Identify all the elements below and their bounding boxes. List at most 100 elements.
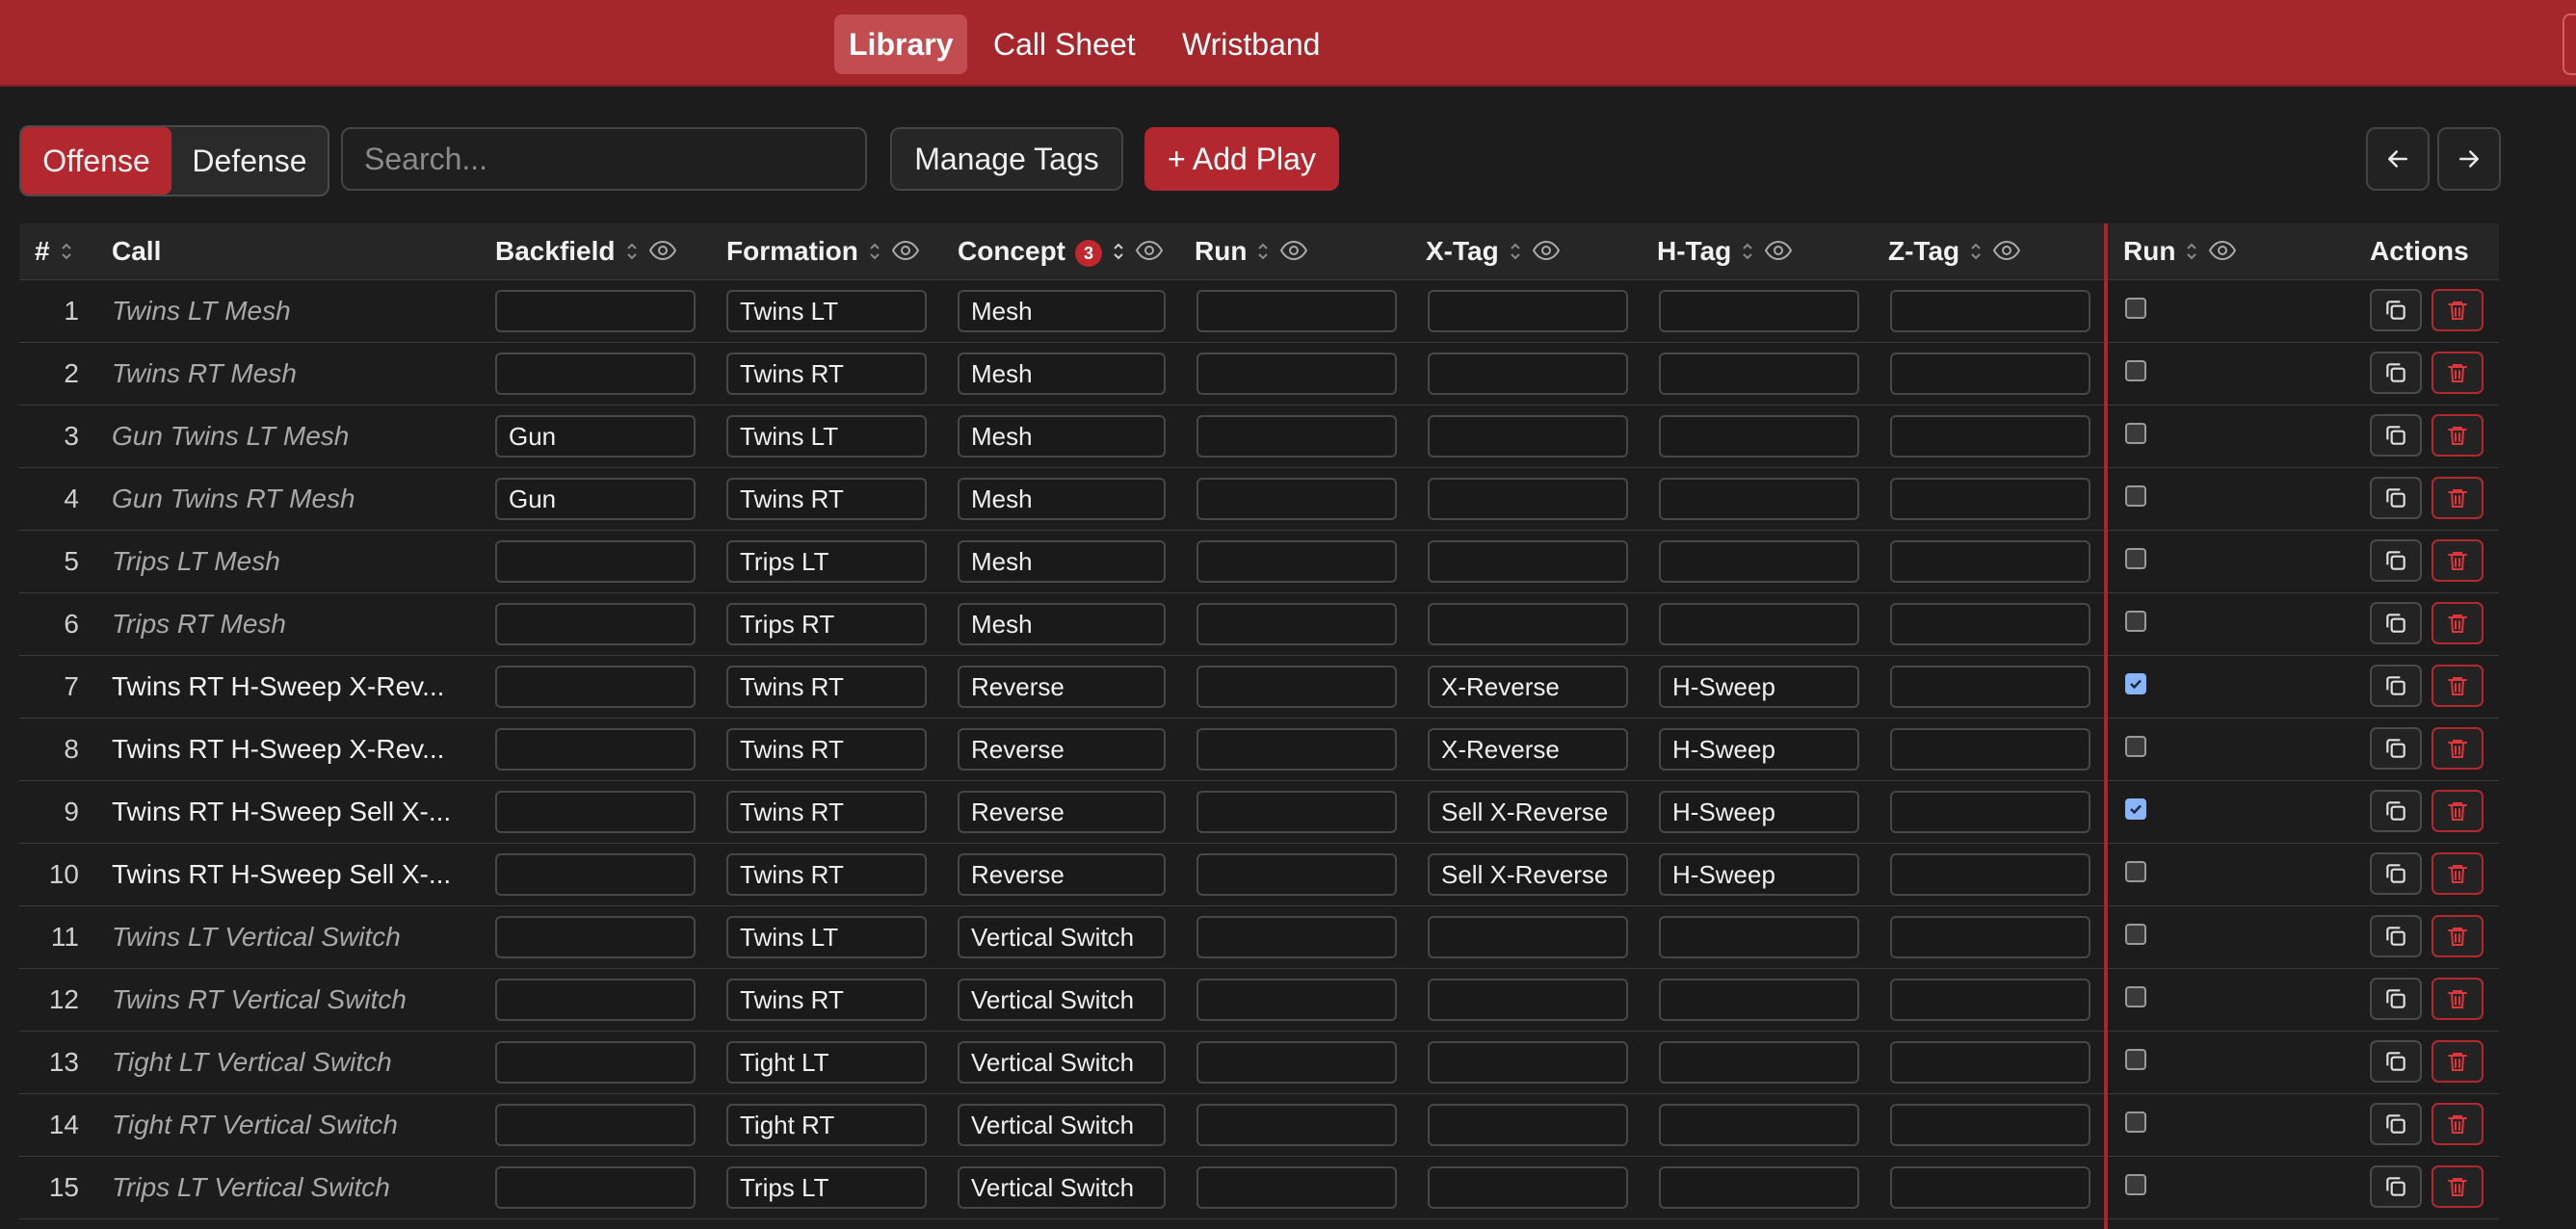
- col-h-tag[interactable]: H-Tag: [1657, 223, 1793, 279]
- delete-button[interactable]: [2431, 477, 2484, 519]
- copy-button[interactable]: [2370, 915, 2422, 957]
- call-cell[interactable]: Tight LT Vertical Switch: [112, 1031, 478, 1093]
- concept-input[interactable]: Vertical Switch: [958, 1041, 1166, 1084]
- sort-icon[interactable]: [1256, 225, 1270, 281]
- xtag-input[interactable]: Sell X-Reverse: [1428, 853, 1628, 896]
- htag-input[interactable]: H-Sweep: [1659, 853, 1859, 896]
- htag-input[interactable]: [1659, 540, 1859, 583]
- copy-button[interactable]: [2370, 414, 2422, 457]
- col-backfield[interactable]: Backfield: [495, 223, 677, 279]
- run-checkbox[interactable]: [2125, 1111, 2146, 1133]
- run-checkbox[interactable]: [2125, 423, 2146, 444]
- col-z-tag[interactable]: Z-Tag: [1888, 223, 2021, 279]
- concept-input[interactable]: Reverse: [958, 666, 1166, 708]
- eye-icon[interactable]: [1764, 225, 1793, 281]
- xtag-input[interactable]: X-Reverse: [1428, 728, 1628, 771]
- concept-input[interactable]: Reverse: [958, 728, 1166, 771]
- htag-input[interactable]: H-Sweep: [1659, 791, 1859, 833]
- run-input[interactable]: [1196, 1104, 1397, 1146]
- ztag-input[interactable]: [1890, 353, 2090, 395]
- concept-input[interactable]: Mesh: [958, 478, 1166, 520]
- formation-input[interactable]: Twins LT: [726, 916, 927, 958]
- call-cell[interactable]: Tight RT Vertical Switch: [112, 1093, 478, 1156]
- tab-call-sheet[interactable]: Call Sheet: [979, 14, 1150, 74]
- copy-button[interactable]: [2370, 352, 2422, 394]
- xtag-input[interactable]: [1428, 478, 1628, 520]
- col-call[interactable]: Call: [112, 223, 161, 279]
- ztag-input[interactable]: [1890, 290, 2090, 332]
- delete-button[interactable]: [2431, 289, 2484, 331]
- call-cell[interactable]: Twins RT H-Sweep X-Rev...: [112, 655, 478, 718]
- add-play-button[interactable]: + Add Play: [1144, 127, 1339, 191]
- run-checkbox[interactable]: [2125, 736, 2146, 757]
- xtag-input[interactable]: [1428, 916, 1628, 958]
- delete-button[interactable]: [2431, 1165, 2484, 1208]
- call-cell[interactable]: Twins LT Vertical Switch: [112, 905, 478, 968]
- sort-icon[interactable]: [1969, 225, 1983, 281]
- backfield-input[interactable]: [495, 853, 696, 896]
- backfield-input[interactable]: [495, 916, 696, 958]
- backfield-input[interactable]: [495, 791, 696, 833]
- call-cell[interactable]: Trips LT Vertical Switch: [112, 1156, 478, 1218]
- run-input[interactable]: [1196, 603, 1397, 645]
- concept-input[interactable]: Vertical Switch: [958, 916, 1166, 958]
- delete-button[interactable]: [2431, 915, 2484, 957]
- run-input[interactable]: [1196, 540, 1397, 583]
- htag-input[interactable]: H-Sweep: [1659, 666, 1859, 708]
- run-checkbox[interactable]: [2125, 861, 2146, 882]
- backfield-input[interactable]: [495, 666, 696, 708]
- htag-input[interactable]: [1659, 979, 1859, 1021]
- run-checkbox[interactable]: [2125, 1174, 2146, 1195]
- run-input[interactable]: [1196, 853, 1397, 896]
- call-cell[interactable]: Twins RT Vertical Switch: [112, 968, 478, 1031]
- run-input[interactable]: [1196, 791, 1397, 833]
- htag-input[interactable]: [1659, 415, 1859, 458]
- htag-input[interactable]: [1659, 916, 1859, 958]
- run-checkbox[interactable]: [2125, 1049, 2146, 1070]
- run-input[interactable]: [1196, 728, 1397, 771]
- xtag-input[interactable]: X-Reverse: [1428, 666, 1628, 708]
- copy-button[interactable]: [2370, 852, 2422, 895]
- ztag-input[interactable]: [1890, 853, 2090, 896]
- run-checkbox[interactable]: [2125, 485, 2146, 507]
- run-checkbox[interactable]: [2125, 298, 2146, 319]
- concept-input[interactable]: Reverse: [958, 791, 1166, 833]
- htag-input[interactable]: H-Sweep: [1659, 728, 1859, 771]
- xtag-input[interactable]: [1428, 290, 1628, 332]
- backfield-input[interactable]: Gun: [495, 415, 696, 458]
- ztag-input[interactable]: [1890, 540, 2090, 583]
- htag-input[interactable]: [1659, 290, 1859, 332]
- delete-button[interactable]: [2431, 665, 2484, 707]
- call-cell[interactable]: Trips RT Mesh: [112, 592, 478, 655]
- run-checkbox[interactable]: [2125, 986, 2146, 1007]
- call-cell[interactable]: Twins LT Mesh: [112, 279, 478, 342]
- formation-input[interactable]: Twins RT: [726, 728, 927, 771]
- concept-input[interactable]: Mesh: [958, 290, 1166, 332]
- formation-input[interactable]: Trips RT: [726, 603, 927, 645]
- formation-input[interactable]: Twins RT: [726, 791, 927, 833]
- sort-icon[interactable]: [2185, 225, 2198, 281]
- defense-toggle[interactable]: Defense: [173, 127, 326, 195]
- delete-button[interactable]: [2431, 1103, 2484, 1145]
- concept-input[interactable]: Mesh: [958, 540, 1166, 583]
- backfield-input[interactable]: [495, 728, 696, 771]
- eye-icon[interactable]: [891, 225, 920, 281]
- sort-icon[interactable]: [868, 225, 881, 281]
- xtag-input[interactable]: [1428, 415, 1628, 458]
- col-x-tag[interactable]: X-Tag: [1426, 223, 1561, 279]
- sort-icon[interactable]: [1741, 225, 1754, 281]
- eye-icon[interactable]: [1279, 225, 1308, 281]
- eye-icon[interactable]: [1992, 225, 2021, 281]
- delete-button[interactable]: [2431, 539, 2484, 582]
- copy-button[interactable]: [2370, 289, 2422, 331]
- call-cell[interactable]: Gun Twins LT Mesh: [112, 405, 478, 467]
- ztag-input[interactable]: [1890, 1166, 2090, 1209]
- htag-input[interactable]: [1659, 603, 1859, 645]
- prev-button[interactable]: [2366, 127, 2430, 191]
- eye-icon[interactable]: [648, 225, 677, 281]
- run-checkbox[interactable]: [2125, 360, 2146, 381]
- formation-input[interactable]: Trips LT: [726, 1166, 927, 1209]
- htag-input[interactable]: [1659, 353, 1859, 395]
- run-input[interactable]: [1196, 1041, 1397, 1084]
- xtag-input[interactable]: [1428, 979, 1628, 1021]
